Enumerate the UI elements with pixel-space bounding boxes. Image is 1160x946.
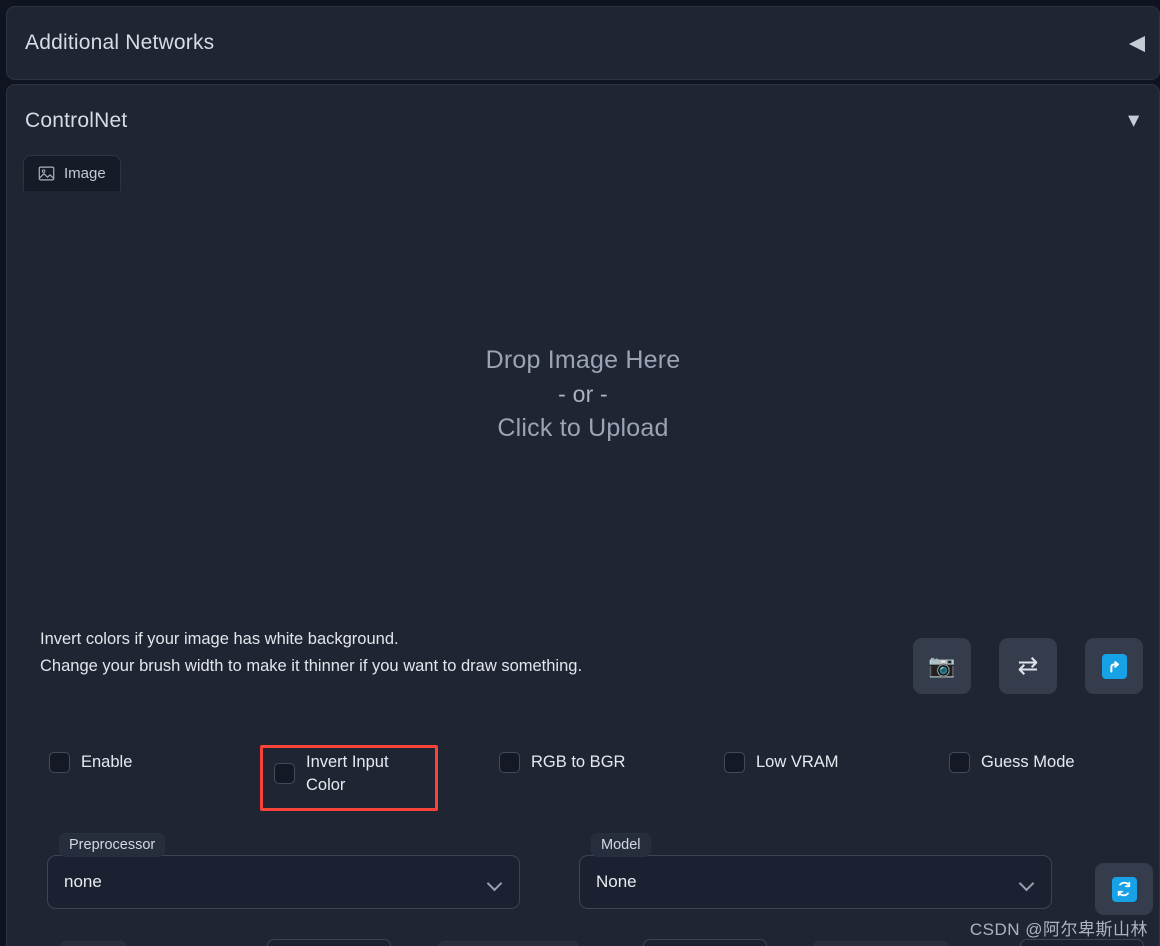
checkbox-box[interactable] (274, 763, 295, 784)
refresh-models-button[interactable] (1095, 863, 1153, 915)
camera-icon: 📷 (928, 653, 956, 678)
dropzone-or-text: - or - (558, 380, 608, 407)
checkbox-enable[interactable]: Enable (49, 751, 132, 774)
tab-image-label: Image (64, 165, 106, 182)
collapse-left-caret[interactable]: ◀ (1129, 33, 1145, 54)
swap-arrows-icon: ⇄ (1017, 651, 1039, 680)
controlnet-options-row: Enable Invert Input Color RGB to BGR Low… (7, 745, 1160, 811)
controlnet-title: ControlNet (25, 109, 128, 132)
preprocessor-label: Preprocessor (59, 833, 166, 857)
checkbox-invert-input-color[interactable]: Invert Input Color (274, 751, 424, 797)
additional-networks-panel[interactable]: Additional Networks ◀ (6, 6, 1160, 80)
checkbox-guess-mode-label: Guess Mode (981, 753, 1075, 771)
chevron-down-icon (488, 878, 503, 887)
checkbox-box[interactable] (949, 752, 970, 773)
image-action-buttons: 📷 ⇄ (913, 638, 1143, 694)
controlnet-panel: ControlNet ▼ Image Drop Image Here - or … (6, 84, 1160, 946)
checkbox-enable-label: Enable (81, 753, 133, 771)
image-source-tabbar: Image (23, 155, 121, 191)
guidance-end-value[interactable]: 1 (1020, 939, 1144, 946)
checkbox-guess-mode[interactable]: Guess Mode (949, 751, 1075, 774)
checkbox-low-vram[interactable]: Low VRAM (724, 751, 839, 774)
weight-label: Weight (60, 941, 127, 946)
hint-line-1: Invert colors if your image has white ba… (40, 630, 399, 648)
model-select[interactable]: None (579, 855, 1052, 909)
chevron-down-icon (1020, 878, 1035, 887)
send-to-button[interactable] (1085, 638, 1143, 694)
checkbox-box[interactable] (499, 752, 520, 773)
additional-networks-header[interactable]: Additional Networks ◀ (7, 7, 1159, 79)
arrow-up-turn-icon (1101, 653, 1127, 679)
weight-value[interactable]: 0.95 (267, 939, 391, 946)
checkbox-low-vram-label: Low VRAM (756, 753, 839, 771)
checkbox-box[interactable] (724, 752, 745, 773)
tab-image[interactable]: Image (23, 155, 121, 191)
checkbox-rgb-to-bgr-label: RGB to BGR (531, 753, 626, 771)
preprocessor-select[interactable]: none (47, 855, 520, 909)
guidance-start-label: Guidance Start (T) (438, 941, 580, 946)
expand-down-caret[interactable]: ▼ (1124, 112, 1143, 131)
guidance-end-label: Guidance End (T) (813, 941, 950, 946)
refresh-icon (1111, 876, 1137, 902)
swap-button[interactable]: ⇄ (999, 638, 1057, 694)
checkbox-box[interactable] (49, 752, 70, 773)
hint-line-2: Change your brush width to make it thinn… (40, 657, 583, 675)
dropzone-upload-text: Click to Upload (497, 413, 669, 442)
checkbox-rgb-to-bgr[interactable]: RGB to BGR (499, 751, 625, 774)
controlnet-panel-screen: Additional Networks ◀ ControlNet ▼ Image (0, 0, 1160, 946)
additional-networks-title: Additional Networks (25, 31, 215, 54)
webcam-button[interactable]: 📷 (913, 638, 971, 694)
image-dropzone[interactable]: Drop Image Here - or - Click to Upload (23, 191, 1143, 597)
guidance-start-value[interactable]: 0 (643, 939, 767, 946)
dropzone-primary-text: Drop Image Here (485, 345, 681, 374)
preprocessor-value: none (64, 872, 102, 891)
controlnet-header[interactable]: ControlNet ▼ (7, 85, 1159, 157)
watermark: CSDN @阿尔卑斯山林 (969, 920, 1148, 939)
hint-text-block: Invert colors if your image has white ba… (40, 626, 582, 680)
model-label: Model (591, 833, 651, 857)
model-value: None (596, 872, 637, 891)
checkbox-invert-input-color-label: Invert Input Color (306, 753, 389, 794)
image-icon (38, 165, 55, 182)
